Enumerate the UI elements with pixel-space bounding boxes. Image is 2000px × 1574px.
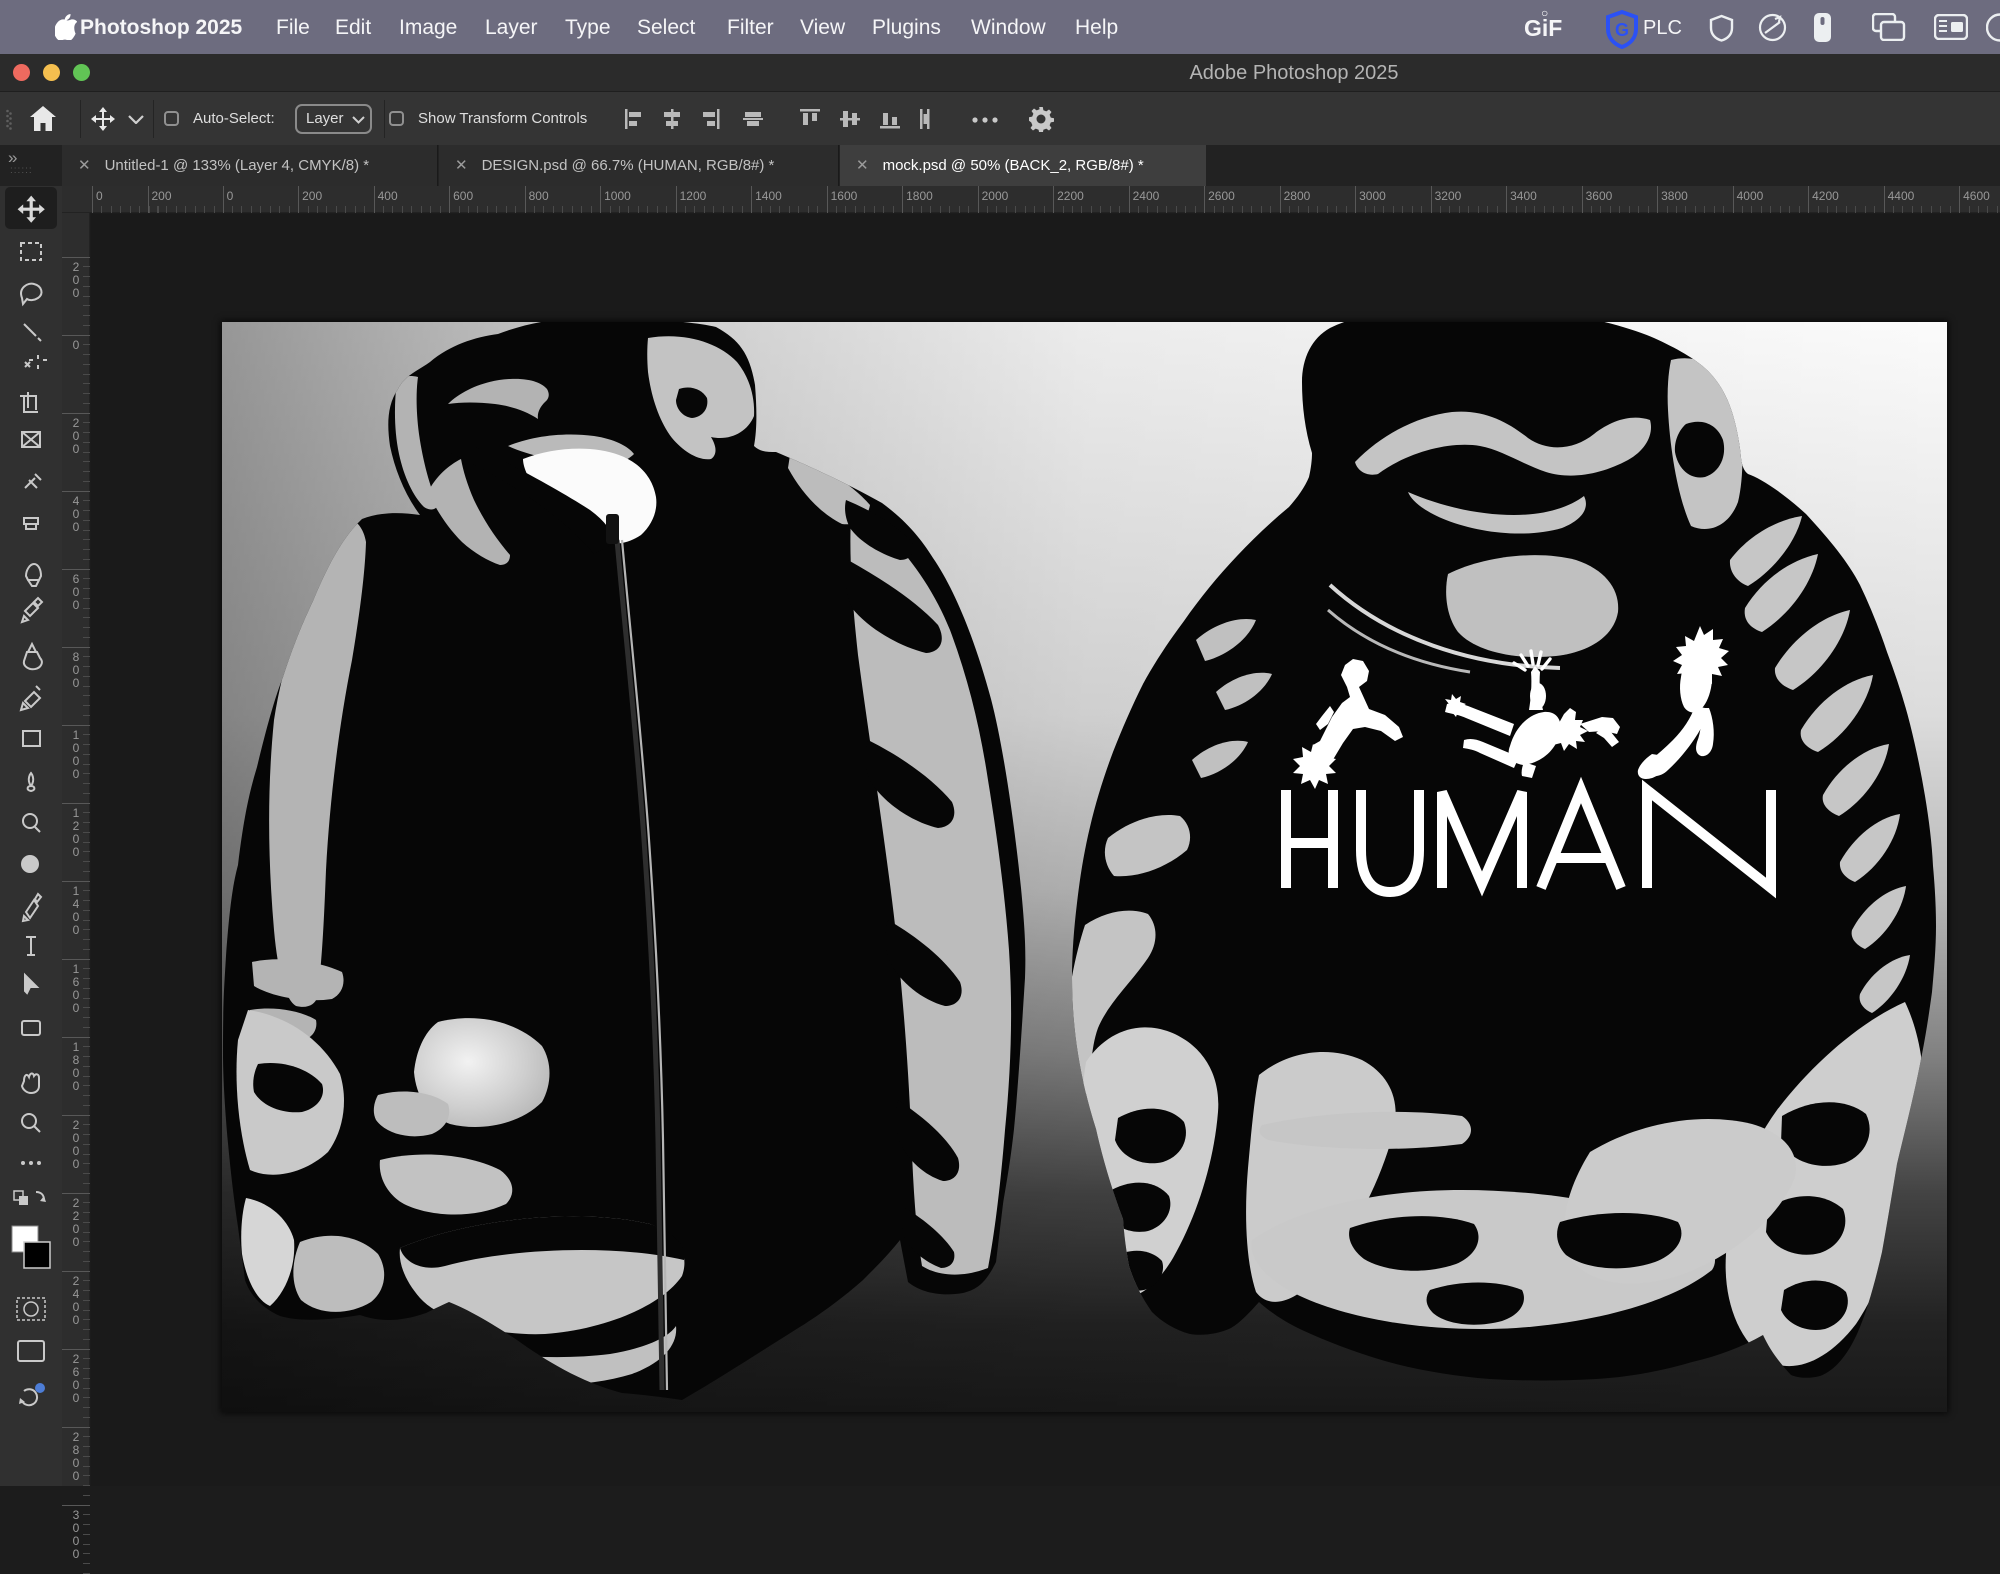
svg-text:G: G [1615, 20, 1629, 40]
